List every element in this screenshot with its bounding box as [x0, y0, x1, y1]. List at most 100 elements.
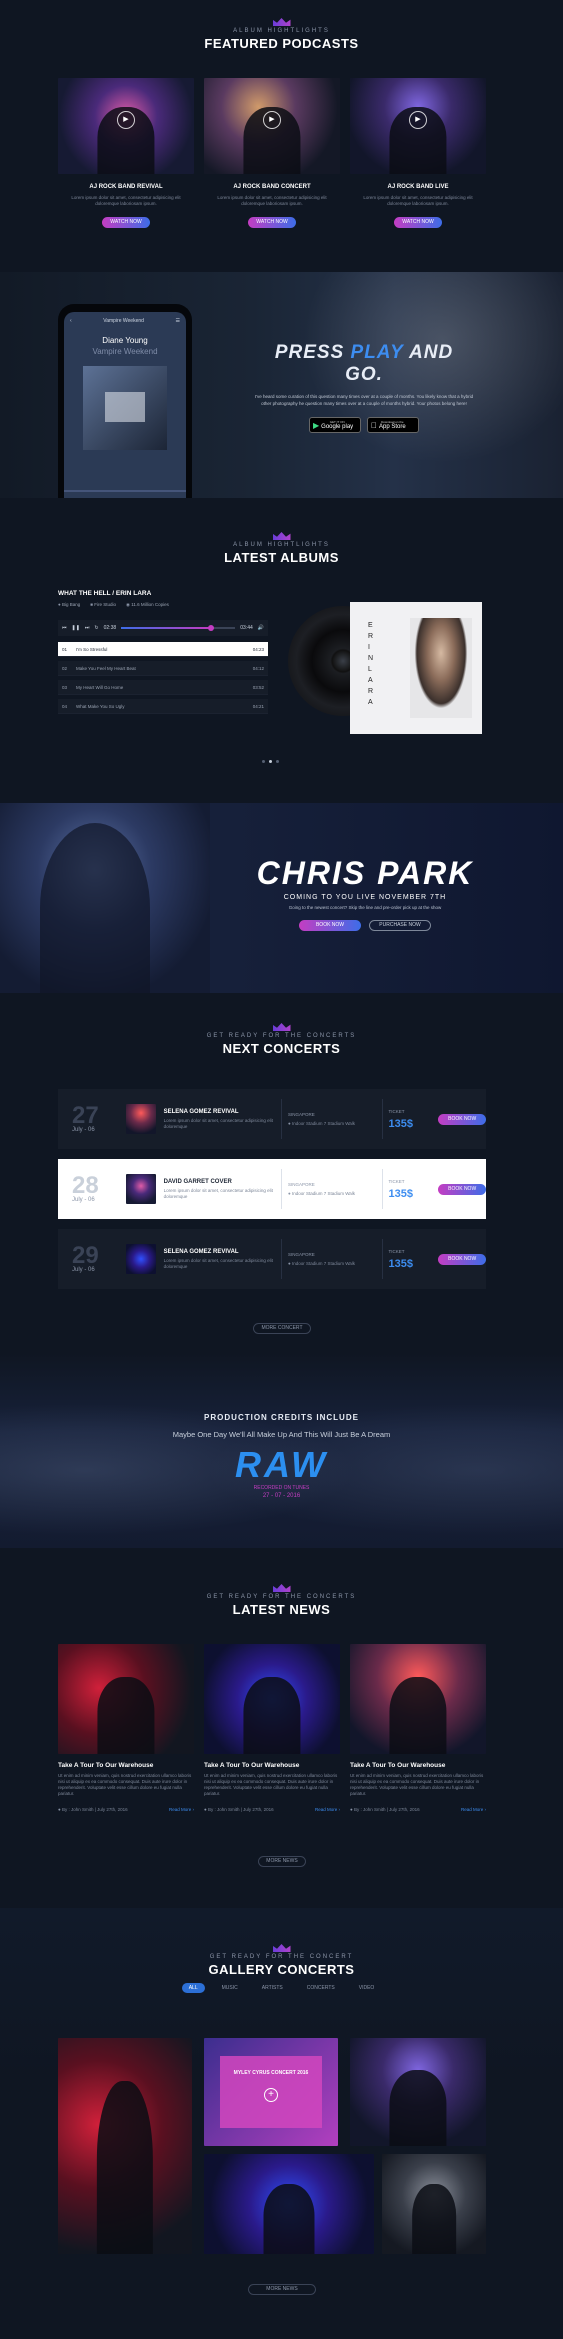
track-row[interactable]: 01 I'm So Stressful 04:23: [58, 642, 268, 657]
track-time: 04:23: [252, 646, 264, 652]
concert-location: SINGAPORE ● Indoor Stadium 7 Stadium Walk: [288, 1182, 376, 1197]
section-eyebrow: GET READY FOR THE CONCERTS: [206, 1033, 357, 1039]
concert-name[interactable]: DAVID GARRET COVER: [164, 1179, 275, 1185]
hero-desc: Going to the newest concert? Skip the li…: [288, 905, 442, 910]
read-more-link[interactable]: Read More ›: [169, 1807, 194, 1812]
arrow-right-icon: ›: [191, 1807, 195, 1812]
concert-info: SELENA GOMEZ REVIVAL Lorem ipsum dolor si…: [164, 1249, 275, 1270]
news-card: Take A Tour To Our Warehouse Ut enim ad m…: [350, 1644, 486, 1812]
news-title[interactable]: Take A Tour To Our Warehouse: [350, 1762, 486, 1769]
gallery-image[interactable]: [204, 2154, 374, 2254]
track-row[interactable]: 02 Make You Feel My Heart Beat 04:12: [58, 661, 268, 676]
back-chevron-icon[interactable]: ‹: [70, 318, 72, 324]
concert-location: SINGAPORE ● Indoor Stadium 7 Stadium Walk: [288, 1252, 376, 1267]
app-store-button[interactable]:  Download on theApp Store: [367, 417, 419, 433]
gallery-tab[interactable]: CONCERTS: [300, 1983, 342, 1993]
track-row[interactable]: 03 My Heart Will Go Home 03:52: [58, 680, 268, 695]
prev-icon[interactable]: ⏮: [62, 625, 67, 631]
purchase-now-button[interactable]: PURCHASE NOW: [369, 920, 431, 931]
podcast-desc: Lorem ipsum dolor sit amet, consectetur …: [217, 195, 327, 206]
podcast-card: ▶ AJ ROCK BAND REVIVAL Lorem ipsum dolor s…: [58, 78, 194, 228]
phone-header: Vampire Weekend: [103, 318, 144, 324]
gallery-tab[interactable]: ALL: [181, 1983, 205, 1993]
news-desc: Ut enim ad minim veniam, quis nostrud ex…: [204, 1773, 338, 1796]
credits-date: 27 - 07 - 2016: [262, 1493, 301, 1499]
concert-thumbnail[interactable]: [125, 1104, 156, 1134]
album-title: WHAT THE HELL / ERIN LARA: [58, 590, 152, 597]
watch-now-button[interactable]: WATCH NOW: [394, 217, 442, 228]
section-title: LATEST NEWS: [232, 1602, 331, 1617]
book-now-button[interactable]: BOOK NOW: [438, 1113, 487, 1125]
gallery-tab[interactable]: MUSIC: [215, 1983, 245, 1993]
gallery-image[interactable]: [58, 2038, 192, 2254]
next-icon[interactable]: ⏭: [85, 625, 90, 631]
latest-news-section: GET READY FOR THE CONCERTS LATEST NEWS T…: [0, 1548, 563, 1908]
track-time: 04:21: [252, 703, 264, 709]
gallery-image[interactable]: [382, 2154, 486, 2254]
track-row[interactable]: 04 What Make You So Ugly 04:21: [58, 699, 268, 714]
repeat-icon[interactable]: ↻: [94, 625, 98, 631]
concert-name[interactable]: SELENA GOMEZ REVIVAL: [164, 1109, 275, 1115]
read-more-link[interactable]: Read More ›: [461, 1807, 486, 1812]
menu-icon[interactable]: ☰: [176, 318, 180, 324]
gallery-image[interactable]: [350, 2038, 486, 2146]
volume-icon[interactable]: 🔊: [258, 625, 264, 631]
news-title[interactable]: Take A Tour To Our Warehouse: [58, 1762, 194, 1769]
news-meta: ● By : John Smith | July 27th, 2016 Read …: [204, 1807, 340, 1812]
brand-logo: RAW: [235, 1444, 328, 1485]
podcast-thumbnail[interactable]: ▶: [350, 78, 486, 174]
gallery-tab[interactable]: VIDEO: [352, 1983, 382, 1993]
carousel-dots[interactable]: [262, 760, 279, 763]
concert-month: July - 06: [72, 1267, 95, 1273]
podcast-title: AJ ROCK BAND CONCERT: [233, 184, 311, 190]
news-meta: ● By : John Smith | July 27th, 2016 Read …: [58, 1807, 194, 1812]
news-title[interactable]: Take A Tour To Our Warehouse: [204, 1762, 340, 1769]
divider: [381, 1169, 383, 1209]
podcast-thumbnail[interactable]: ▶: [58, 78, 194, 174]
more-news-button[interactable]: MORE NEWS: [258, 1856, 306, 1867]
section-title: FEATURED PODCASTS: [204, 36, 359, 51]
production-credits-section: PRODUCTION CREDITS INCLUDE Maybe One Day…: [0, 1353, 563, 1548]
next-concerts-section: GET READY FOR THE CONCERTS NEXT CONCERTS…: [0, 993, 563, 1353]
read-more-link[interactable]: Read More ›: [315, 1807, 340, 1812]
book-now-button[interactable]: BOOK NOW: [438, 1183, 487, 1195]
gallery-more-button[interactable]: MORE NEWS: [248, 2284, 316, 2295]
google-play-button[interactable]: ▶ GET IT ON Google play: [309, 417, 361, 433]
plus-icon[interactable]: +: [264, 2088, 278, 2102]
concert-thumbnail[interactable]: [125, 1244, 156, 1274]
pause-icon[interactable]: ❚❚: [72, 625, 80, 631]
section-eyebrow: GET READY FOR THE CONCERT: [209, 1954, 354, 1960]
progress-bar[interactable]: [121, 625, 236, 631]
podcast-title: AJ ROCK BAND LIVE: [387, 184, 449, 190]
crown-icon: [272, 1944, 291, 1952]
app-promo-section: ‹ Vampire Weekend ☰ Diane Young Vampire …: [0, 272, 563, 498]
track-number: 01: [62, 646, 68, 652]
album-meta-label: ◉ 11.6 Million Copies: [126, 602, 169, 607]
crown-icon: [272, 1023, 291, 1031]
watch-now-button[interactable]: WATCH NOW: [248, 217, 296, 228]
concert-info: SELENA GOMEZ REVIVAL Lorem ipsum dolor si…: [164, 1109, 275, 1130]
concert-thumbnail[interactable]: [125, 1174, 156, 1204]
track-name: My Heart Will Go Home: [76, 684, 124, 690]
more-concert-button[interactable]: MORE CONCERT: [253, 1323, 311, 1334]
concert-row: 29 July - 06 SELENA GOMEZ REVIVAL Lorem ips…: [58, 1229, 487, 1289]
news-image[interactable]: [350, 1644, 486, 1754]
news-image[interactable]: [204, 1644, 340, 1754]
track-name: I'm So Stressful: [76, 646, 108, 652]
news-image[interactable]: [58, 1644, 194, 1754]
section-title: GALLERY CONCERTS: [208, 1962, 355, 1977]
arrow-right-icon: ›: [483, 1807, 487, 1812]
news-desc: Ut enim ad minim veniam, quis nostrud ex…: [350, 1773, 484, 1796]
gallery-featured-card[interactable]: MYLEY CYRUS CONCERT 2016 +: [204, 2038, 338, 2146]
book-now-button[interactable]: BOOK NOW: [299, 920, 361, 931]
album-meta-label: ● Big Bang: [58, 602, 81, 607]
watch-now-button[interactable]: WATCH NOW: [102, 217, 150, 228]
podcast-thumbnail[interactable]: ▶: [204, 78, 340, 174]
concert-ticket: TICKET 135$: [389, 1249, 435, 1270]
divider: [280, 1239, 282, 1279]
book-now-button[interactable]: BOOK NOW: [438, 1253, 487, 1265]
gallery-tab[interactable]: ARTISTS: [255, 1983, 290, 1993]
concert-month: July - 06: [72, 1127, 95, 1133]
news-byline: ● By : John Smith | July 27th, 2016: [58, 1807, 128, 1812]
concert-name[interactable]: SELENA GOMEZ REVIVAL: [164, 1249, 275, 1255]
